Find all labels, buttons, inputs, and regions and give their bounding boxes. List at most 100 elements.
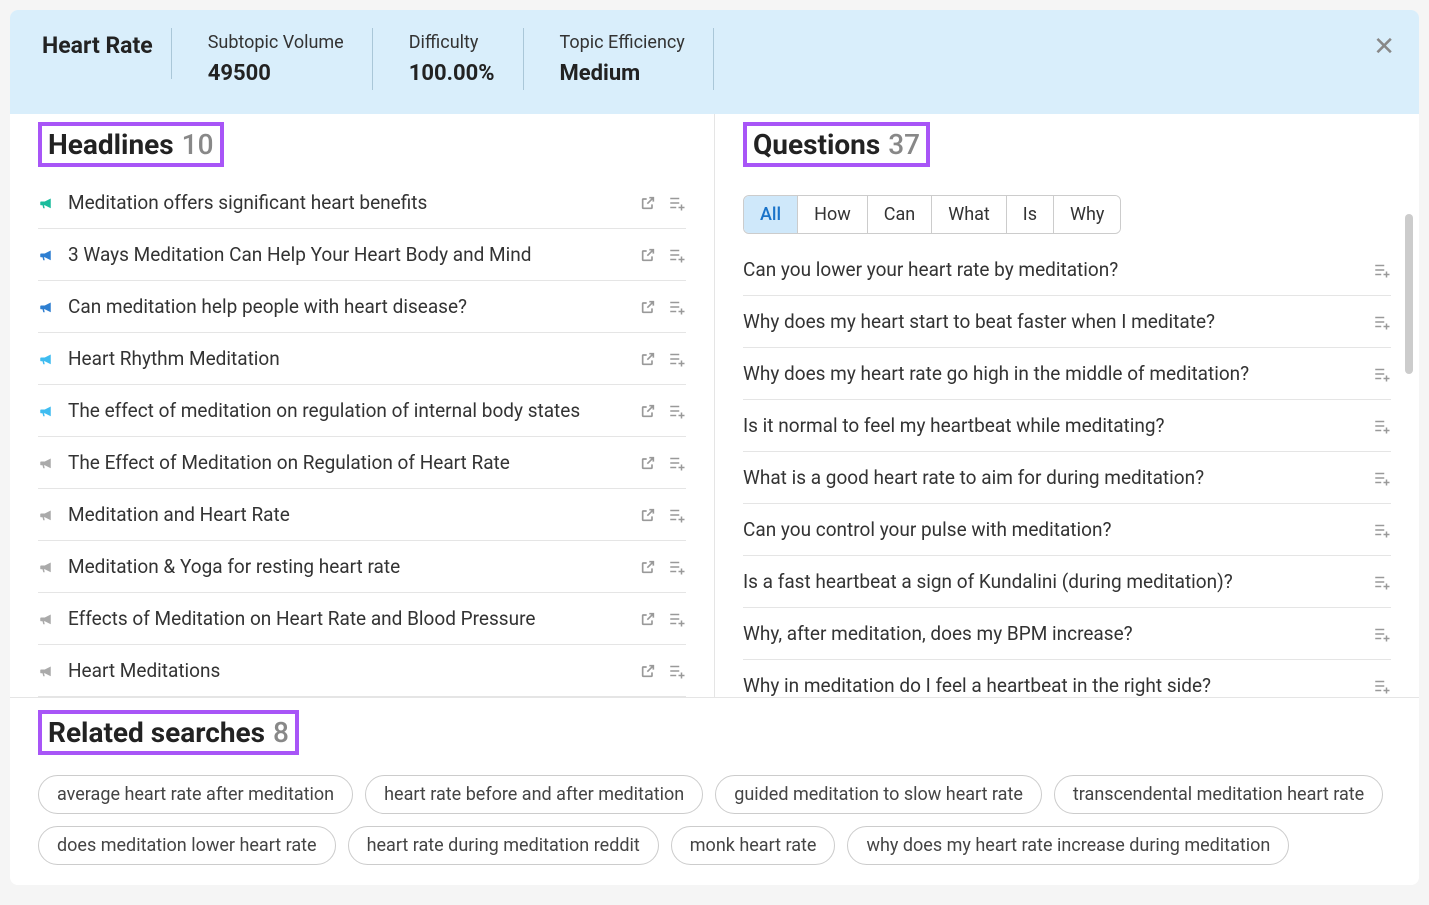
megaphone-icon: [38, 558, 56, 576]
header-bar: Heart Rate Subtopic Volume 49500 Difficu…: [10, 10, 1419, 114]
headline-row[interactable]: The effect of meditation on regulation o…: [38, 385, 686, 437]
filter-tab-can[interactable]: Can: [868, 196, 932, 233]
question-row[interactable]: Can you lower your heart rate by meditat…: [743, 244, 1391, 296]
question-text: What is a good heart rate to aim for dur…: [743, 466, 1361, 489]
topic-title: Heart Rate: [42, 28, 172, 79]
question-text: Why does my heart start to beat faster w…: [743, 310, 1361, 333]
external-link-icon[interactable]: [640, 611, 656, 627]
close-icon[interactable]: ✕: [1373, 34, 1395, 60]
related-count: 8: [273, 716, 289, 749]
headline-row[interactable]: 3 Ways Meditation Can Help Your Heart Bo…: [38, 229, 686, 281]
external-link-icon[interactable]: [640, 247, 656, 263]
add-to-list-icon[interactable]: [1373, 417, 1391, 435]
content-area: Headlines 10 Meditation offers significa…: [10, 114, 1419, 697]
add-to-list-icon[interactable]: [668, 610, 686, 628]
external-link-icon[interactable]: [640, 195, 656, 211]
add-to-list-icon[interactable]: [668, 662, 686, 680]
related-pill[interactable]: does meditation lower heart rate: [38, 826, 336, 865]
add-to-list-icon[interactable]: [668, 558, 686, 576]
filter-tab-is[interactable]: Is: [1007, 196, 1054, 233]
related-pill[interactable]: average heart rate after meditation: [38, 775, 353, 814]
add-to-list-icon[interactable]: [1373, 261, 1391, 279]
question-row[interactable]: Can you control your pulse with meditati…: [743, 504, 1391, 556]
external-link-icon[interactable]: [640, 351, 656, 367]
question-row[interactable]: Why in meditation do I feel a heartbeat …: [743, 660, 1391, 697]
add-to-list-icon[interactable]: [1373, 365, 1391, 383]
add-to-list-icon[interactable]: [1373, 677, 1391, 695]
external-link-icon[interactable]: [640, 403, 656, 419]
add-to-list-icon[interactable]: [668, 506, 686, 524]
headline-row[interactable]: The Effect of Meditation on Regulation o…: [38, 437, 686, 489]
add-to-list-icon[interactable]: [668, 298, 686, 316]
headline-text: The Effect of Meditation on Regulation o…: [68, 451, 628, 474]
question-text: Is a fast heartbeat a sign of Kundalini …: [743, 570, 1361, 593]
metric-topic-efficiency: Topic Efficiency Medium: [560, 28, 714, 90]
filter-tab-all[interactable]: All: [744, 196, 798, 233]
add-to-list-icon[interactable]: [1373, 625, 1391, 643]
megaphone-icon: [38, 454, 56, 472]
question-text: Can you control your pulse with meditati…: [743, 518, 1361, 541]
filter-tab-what[interactable]: What: [932, 196, 1007, 233]
add-to-list-icon[interactable]: [1373, 469, 1391, 487]
related-pills: average heart rate after meditation heart…: [38, 775, 1391, 865]
external-link-icon[interactable]: [640, 663, 656, 679]
headlines-count: 10: [182, 128, 214, 161]
related-pill[interactable]: heart rate during meditation reddit: [348, 826, 659, 865]
question-text: Can you lower your heart rate by meditat…: [743, 258, 1361, 281]
metric-label: Topic Efficiency: [560, 32, 685, 53]
headlines-title-highlight: Headlines 10: [38, 122, 224, 167]
headline-row[interactable]: Effects of Meditation on Heart Rate and …: [38, 593, 686, 645]
filter-tab-why[interactable]: Why: [1054, 196, 1120, 233]
external-link-icon[interactable]: [640, 559, 656, 575]
filter-tab-how[interactable]: How: [798, 196, 868, 233]
external-link-icon[interactable]: [640, 507, 656, 523]
megaphone-icon: [38, 298, 56, 316]
questions-count: 37: [888, 128, 920, 161]
related-pill[interactable]: guided meditation to slow heart rate: [715, 775, 1042, 814]
add-to-list-icon[interactable]: [668, 402, 686, 420]
headline-row[interactable]: Heart Rhythm Meditation: [38, 333, 686, 385]
add-to-list-icon[interactable]: [668, 454, 686, 472]
headline-row[interactable]: Heart Meditations: [38, 645, 686, 697]
question-row[interactable]: Why, after meditation, does my BPM incre…: [743, 608, 1391, 660]
headlines-column: Headlines 10 Meditation offers significa…: [10, 114, 715, 697]
related-searches-section: Related searches 8 average heart rate af…: [10, 697, 1419, 885]
add-to-list-icon[interactable]: [668, 350, 686, 368]
question-row[interactable]: Is it normal to feel my heartbeat while …: [743, 400, 1391, 452]
questions-list: Can you lower your heart rate by meditat…: [743, 244, 1391, 697]
question-filter-tabs: AllHowCanWhatIsWhy: [743, 195, 1121, 234]
headline-text: Heart Rhythm Meditation: [68, 347, 628, 370]
headline-row[interactable]: Meditation & Yoga for resting heart rate: [38, 541, 686, 593]
external-link-icon[interactable]: [640, 455, 656, 471]
question-row[interactable]: Is a fast heartbeat a sign of Kundalini …: [743, 556, 1391, 608]
add-to-list-icon[interactable]: [1373, 521, 1391, 539]
question-row[interactable]: Why does my heart rate go high in the mi…: [743, 348, 1391, 400]
related-pill[interactable]: heart rate before and after meditation: [365, 775, 703, 814]
related-pill[interactable]: transcendental meditation heart rate: [1054, 775, 1383, 814]
metric-value: 100.00%: [409, 61, 495, 86]
headline-row[interactable]: Meditation and Heart Rate: [38, 489, 686, 541]
questions-title-highlight: Questions 37: [743, 122, 930, 167]
headline-row[interactable]: Can meditation help people with heart di…: [38, 281, 686, 333]
add-to-list-icon[interactable]: [1373, 573, 1391, 591]
scrollbar-thumb[interactable]: [1405, 214, 1413, 374]
add-to-list-icon[interactable]: [1373, 313, 1391, 331]
megaphone-icon: [38, 662, 56, 680]
metric-label: Subtopic Volume: [208, 32, 344, 53]
headline-text: Effects of Meditation on Heart Rate and …: [68, 607, 628, 630]
related-pill[interactable]: why does my heart rate increase during m…: [847, 826, 1289, 865]
external-link-icon[interactable]: [640, 299, 656, 315]
headline-text: 3 Ways Meditation Can Help Your Heart Bo…: [68, 243, 628, 266]
headline-text: Meditation & Yoga for resting heart rate: [68, 555, 628, 578]
question-row[interactable]: What is a good heart rate to aim for dur…: [743, 452, 1391, 504]
add-to-list-icon[interactable]: [668, 194, 686, 212]
related-title: Related searches: [48, 716, 265, 749]
add-to-list-icon[interactable]: [668, 246, 686, 264]
headline-text: Can meditation help people with heart di…: [68, 295, 628, 318]
headline-row[interactable]: Meditation offers significant heart bene…: [38, 177, 686, 229]
megaphone-icon: [38, 610, 56, 628]
megaphone-icon: [38, 350, 56, 368]
question-row[interactable]: Why does my heart start to beat faster w…: [743, 296, 1391, 348]
question-text: Why, after meditation, does my BPM incre…: [743, 622, 1361, 645]
related-pill[interactable]: monk heart rate: [671, 826, 836, 865]
